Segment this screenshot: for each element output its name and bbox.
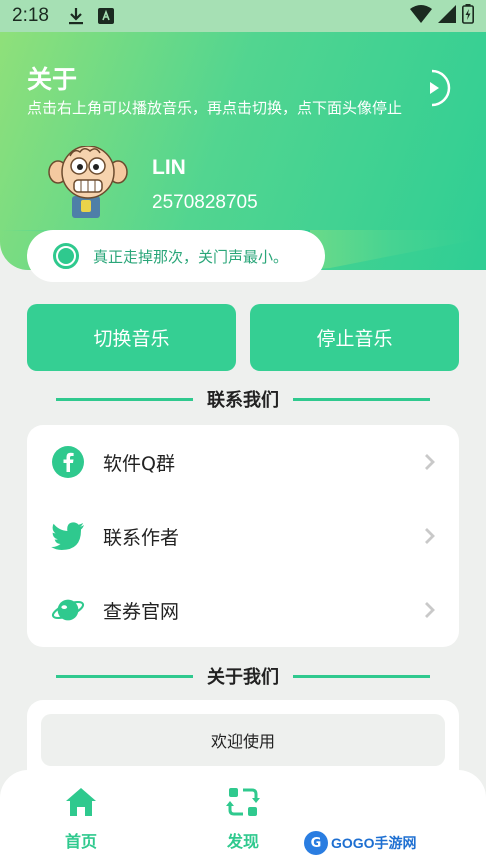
nav-label: 发现	[226, 832, 259, 851]
list-item-label: 软件Q群	[103, 452, 175, 475]
radio-dot-icon	[53, 243, 79, 269]
facebook-icon	[51, 445, 85, 479]
divider-line	[293, 397, 430, 401]
chevron-right-icon	[425, 528, 435, 544]
signal-icon	[438, 4, 456, 28]
stop-music-button[interactable]: 停止音乐	[250, 304, 459, 371]
contact-card: 软件Q群 联系作者 查券官网	[27, 425, 459, 647]
page-subtitle: 点击右上角可以播放音乐，再点击切换，点下面头像停止	[27, 99, 403, 117]
welcome-item[interactable]: 欢迎使用	[41, 714, 445, 766]
user-id: 2570828705	[152, 192, 258, 213]
planet-icon	[51, 593, 85, 627]
contact-section-heading: 联系我们	[56, 387, 430, 411]
divider-line	[293, 674, 430, 678]
page-title: 关于	[27, 65, 78, 94]
app-notification-icon	[97, 7, 115, 25]
status-time: 2:18	[12, 5, 49, 26]
user-name: LIN	[152, 156, 186, 179]
watermark-text: GOGO手游网	[331, 835, 417, 851]
switch-music-button[interactable]: 切换音乐	[27, 304, 236, 371]
chevron-right-icon	[425, 602, 435, 618]
quote-text: 真正走掉那次，关门声最小。	[93, 247, 289, 266]
home-icon	[66, 788, 96, 816]
download-icon	[67, 7, 85, 25]
contact-section-title: 联系我们	[207, 390, 279, 411]
twitter-icon	[51, 519, 85, 553]
nav-item-discover[interactable]: 发现	[203, 784, 283, 854]
avatar[interactable]	[48, 145, 128, 218]
about-section-heading: 关于我们	[56, 664, 430, 688]
about-card: 欢迎使用	[27, 700, 459, 780]
list-item-official-site[interactable]: 查券官网	[27, 573, 459, 647]
list-item-qq-group[interactable]: 软件Q群	[27, 425, 459, 499]
watermark-logo-icon: G	[304, 831, 328, 855]
nav-item-home[interactable]: 首页	[41, 784, 121, 854]
play-icon	[430, 69, 451, 107]
refresh-icon	[226, 788, 260, 816]
list-item-contact-author[interactable]: 联系作者	[27, 499, 459, 573]
battery-icon	[462, 3, 474, 29]
play-music-button[interactable]	[424, 68, 454, 108]
divider-line	[56, 674, 193, 678]
cartoon-avatar-icon	[48, 145, 128, 218]
status-bar: 2:18	[0, 0, 486, 32]
list-item-label: 查券官网	[103, 600, 180, 623]
list-item-label: 联系作者	[103, 526, 180, 549]
nav-label: 首页	[64, 832, 97, 851]
wifi-icon	[410, 4, 432, 28]
watermark: G GOGO手游网	[304, 830, 417, 856]
divider-line	[56, 397, 193, 401]
quote-pill: 真正走掉那次，关门声最小。	[27, 230, 325, 282]
about-section-title: 关于我们	[207, 667, 279, 688]
chevron-right-icon	[425, 454, 435, 470]
